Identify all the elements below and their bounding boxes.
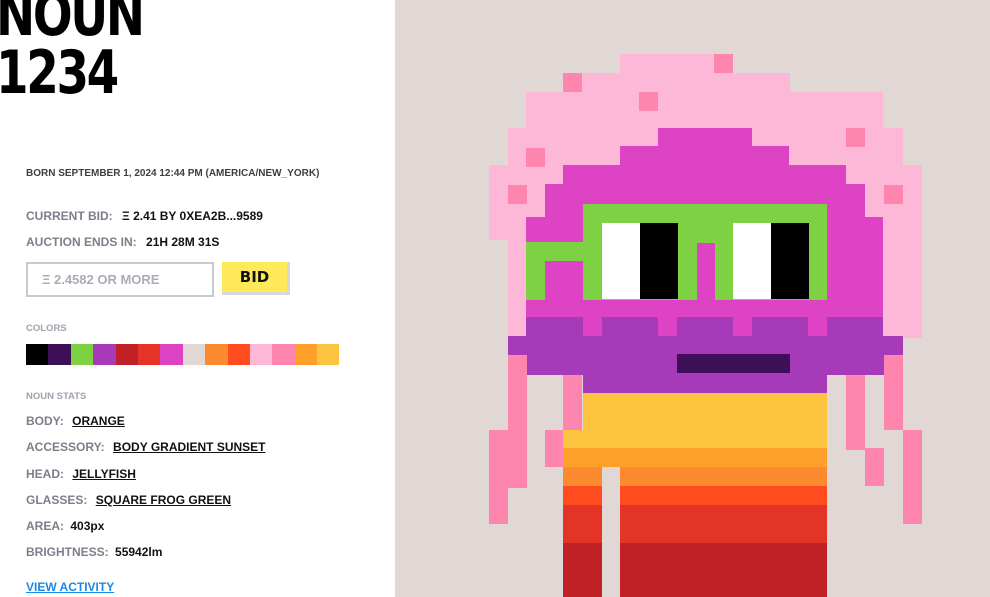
stat-body: BODY: ORANGE xyxy=(26,414,125,428)
stat-accessory-label: ACCESSORY: xyxy=(26,440,105,454)
body-gradient-sunset xyxy=(563,393,827,597)
color-palette xyxy=(26,344,340,365)
stat-brightness-label: BRIGHTNESS: xyxy=(26,545,109,559)
stat-area-label: AREA: xyxy=(26,519,64,533)
colors-heading: COLORS xyxy=(26,323,67,334)
current-bid-value: Ξ 2.41 BY 0XEA2B...9589 xyxy=(122,209,263,223)
color-swatch xyxy=(317,344,340,365)
noun-title-line2: 1234 xyxy=(0,38,119,108)
current-bid-label: CURRENT BID: xyxy=(26,209,113,223)
noun-image-panel xyxy=(395,0,990,597)
noun-title: NOUN 1234 xyxy=(0,0,145,108)
bid-amount-input[interactable] xyxy=(26,262,214,297)
born-date: BORN SEPTEMBER 1, 2024 12:44 PM (AMERICA… xyxy=(26,168,320,179)
stat-glasses-link[interactable]: SQUARE FROG GREEN xyxy=(96,493,231,507)
color-swatch xyxy=(272,344,295,365)
stat-glasses: GLASSES: SQUARE FROG GREEN xyxy=(26,493,231,507)
color-swatch xyxy=(160,344,183,365)
stat-glasses-label: GLASSES: xyxy=(26,493,88,507)
bid-button[interactable]: BID xyxy=(222,262,290,295)
color-swatch xyxy=(137,344,161,365)
color-swatch xyxy=(182,344,206,365)
color-swatch xyxy=(115,344,138,365)
noun-pixel-art-icon xyxy=(489,54,922,597)
stat-head-link[interactable]: JELLYFISH xyxy=(72,467,136,481)
color-swatch xyxy=(93,344,116,365)
color-swatch xyxy=(70,344,94,365)
auction-ends-row: AUCTION ENDS IN: 21H 28M 31S xyxy=(26,235,219,249)
stat-brightness: BRIGHTNESS: 55942lm xyxy=(26,545,162,559)
stat-body-link[interactable]: ORANGE xyxy=(72,414,125,428)
color-swatch xyxy=(227,344,250,365)
noun-stats-heading: NOUN STATS xyxy=(26,391,87,402)
stat-body-label: BODY: xyxy=(26,414,64,428)
color-swatch xyxy=(294,344,318,365)
auction-ends-label: AUCTION ENDS IN: xyxy=(26,235,137,249)
current-bid-row: CURRENT BID: Ξ 2.41 BY 0XEA2B...9589 xyxy=(26,209,263,223)
mouth xyxy=(677,354,790,373)
stat-accessory: ACCESSORY: BODY GRADIENT SUNSET xyxy=(26,440,266,454)
auction-ends-value: 21H 28M 31S xyxy=(146,235,220,249)
stat-head-label: HEAD: xyxy=(26,467,64,481)
color-swatch xyxy=(205,344,228,365)
color-swatch xyxy=(249,344,273,365)
stat-area-value: 403px xyxy=(70,519,105,533)
stat-head: HEAD: JELLYFISH xyxy=(26,467,136,481)
stat-brightness-value: 55942lm xyxy=(115,545,163,559)
view-activity-link[interactable]: VIEW ACTIVITY xyxy=(26,580,114,594)
stat-accessory-link[interactable]: BODY GRADIENT SUNSET xyxy=(113,440,265,454)
stat-area: AREA: 403px xyxy=(26,519,104,533)
noun-info-panel: NOUN 1234 BORN SEPTEMBER 1, 2024 12:44 P… xyxy=(0,0,395,597)
color-swatch xyxy=(26,344,49,365)
color-swatch xyxy=(48,344,71,365)
